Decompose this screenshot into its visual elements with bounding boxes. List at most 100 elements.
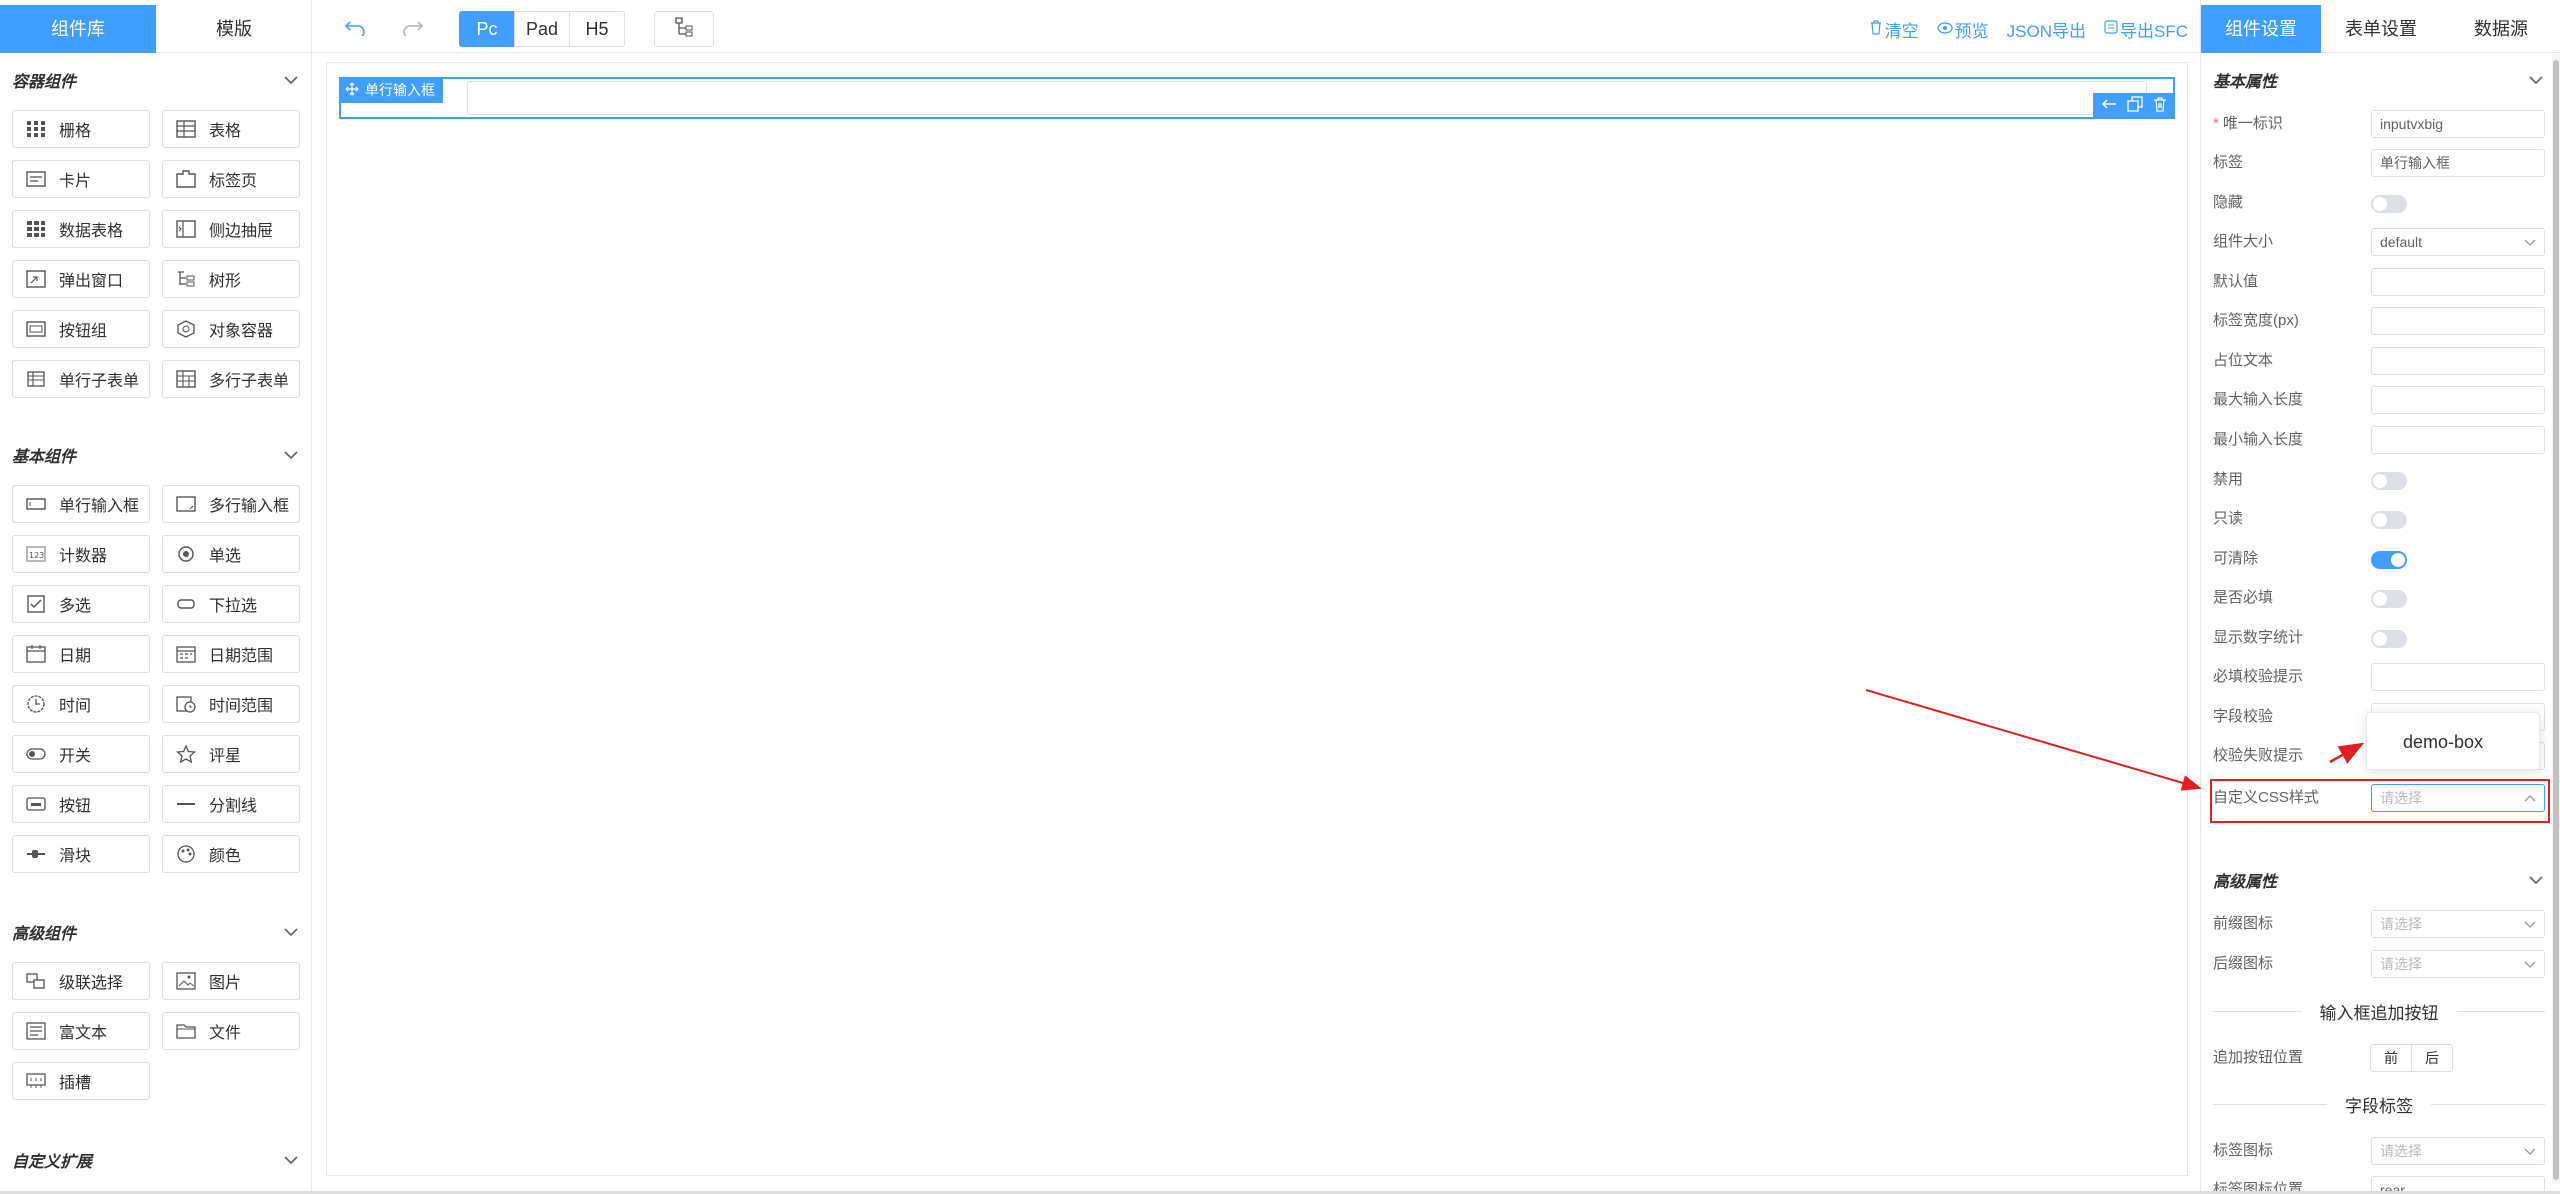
- widget-switch[interactable]: 开关: [12, 735, 150, 773]
- widget-slot[interactable]: 插槽: [12, 1062, 150, 1100]
- append-button-divider: 输入框追加按钮: [2213, 997, 2545, 1025]
- widget-file[interactable]: 文件: [162, 1012, 300, 1050]
- tab-component-library[interactable]: 组件库: [0, 5, 156, 53]
- chevron-down-icon[interactable]: [282, 923, 300, 941]
- chevron-down-icon[interactable]: [2527, 871, 2545, 889]
- preview-button[interactable]: 预览: [1937, 17, 1989, 42]
- tab-data-source[interactable]: 数据源: [2441, 5, 2560, 53]
- prop-label: 只读: [2213, 510, 2244, 527]
- widget-color[interactable]: 颜色: [162, 835, 300, 873]
- widget-label: 树形: [209, 273, 242, 290]
- section-custom-extensions[interactable]: 自定义扩展: [12, 1145, 300, 1175]
- widget-button[interactable]: 按钮: [12, 785, 150, 823]
- section-advanced-properties[interactable]: 高级属性: [2213, 865, 2545, 895]
- field-input-preview[interactable]: [467, 81, 2147, 115]
- widget-time[interactable]: 时间: [12, 685, 150, 723]
- widget-card[interactable]: 卡片: [12, 160, 150, 198]
- widget-radio[interactable]: 单选: [162, 535, 300, 573]
- widget-cascader[interactable]: 级联选择: [12, 962, 150, 1000]
- widget-number[interactable]: 123 计数器: [12, 535, 150, 573]
- json-export-button[interactable]: JSON导出: [2007, 17, 2086, 42]
- size-select[interactable]: default: [2371, 228, 2545, 256]
- device-pad-button[interactable]: Pad: [514, 11, 570, 47]
- selected-input-field[interactable]: 单行输入框: [339, 77, 2175, 119]
- widget-rich-text[interactable]: 富文本: [12, 1012, 150, 1050]
- unique-id-input[interactable]: inputvxbig: [2371, 110, 2545, 138]
- export-sfc-button[interactable]: 导出SFC: [2104, 17, 2188, 42]
- chevron-down-icon[interactable]: [282, 71, 300, 89]
- section-advanced-components[interactable]: 高级组件: [12, 917, 300, 947]
- widget-table[interactable]: 表格: [162, 110, 300, 148]
- widget-input[interactable]: 单行输入框: [12, 485, 150, 523]
- widget-button-group[interactable]: 按钮组: [12, 310, 150, 348]
- section-basic-components[interactable]: 基本组件: [12, 440, 300, 470]
- widget-data-table[interactable]: 数据表格: [12, 210, 150, 248]
- default-value-input[interactable]: [2371, 268, 2545, 296]
- readonly-switch[interactable]: [2371, 511, 2407, 529]
- chevron-down-icon[interactable]: [282, 446, 300, 464]
- label-width-input[interactable]: [2371, 307, 2545, 335]
- widget-time-range[interactable]: 时间范围: [162, 685, 300, 723]
- append-rear-button[interactable]: 后: [2411, 1044, 2453, 1072]
- prop-label: 前缀图标: [2213, 915, 2274, 932]
- copy-icon[interactable]: [2127, 95, 2143, 117]
- device-h5-button[interactable]: H5: [569, 11, 625, 47]
- hidden-switch[interactable]: [2371, 195, 2407, 213]
- design-canvas[interactable]: 单行输入框: [326, 62, 2188, 1176]
- widget-picture[interactable]: 图片: [162, 962, 300, 1000]
- label-input[interactable]: 单行输入框: [2371, 149, 2545, 177]
- prefix-icon-select[interactable]: 请选择: [2371, 910, 2545, 938]
- widget-divider[interactable]: 分割线: [162, 785, 300, 823]
- widget-label: 单行输入框: [59, 498, 140, 515]
- append-front-button[interactable]: 前: [2370, 1044, 2412, 1072]
- section-basic-properties[interactable]: 基本属性: [2213, 65, 2545, 95]
- widget-tabs[interactable]: 标签页: [162, 160, 300, 198]
- widget-grid[interactable]: 栅格: [12, 110, 150, 148]
- chevron-down-icon[interactable]: [282, 1151, 300, 1169]
- disabled-switch[interactable]: [2371, 472, 2407, 490]
- widget-grid-sub-form[interactable]: 多行子表单: [162, 360, 300, 398]
- scrollbar-thumb[interactable]: [2553, 60, 2559, 1180]
- widget-dialog[interactable]: 弹出窗口: [12, 260, 150, 298]
- tab-form-settings[interactable]: 表单设置: [2321, 5, 2441, 53]
- date-icon: [25, 645, 47, 663]
- widget-date[interactable]: 日期: [12, 635, 150, 673]
- prop-label: 占位文本: [2213, 352, 2274, 369]
- delete-icon[interactable]: [2153, 96, 2167, 117]
- widget-object-container[interactable]: 对象容器: [162, 310, 300, 348]
- node-tree-button[interactable]: [654, 11, 714, 47]
- widget-rate[interactable]: 评星: [162, 735, 300, 773]
- widget-date-range[interactable]: 日期范围: [162, 635, 300, 673]
- card-icon: [25, 170, 47, 188]
- tab-templates[interactable]: 模版: [156, 5, 312, 53]
- widget-select[interactable]: 下拉选: [162, 585, 300, 623]
- widget-slider[interactable]: 滑块: [12, 835, 150, 873]
- clear-button[interactable]: 清空: [1869, 17, 1919, 42]
- label-icon-select[interactable]: 请选择: [2371, 1137, 2545, 1165]
- tab-component-settings[interactable]: 组件设置: [2201, 5, 2321, 53]
- required-switch[interactable]: [2371, 590, 2407, 608]
- field-drag-handle[interactable]: 单行输入框: [339, 77, 443, 103]
- clearable-switch[interactable]: [2371, 551, 2407, 569]
- widget-drawer[interactable]: 侧边抽屉: [162, 210, 300, 248]
- widget-checkbox[interactable]: 多选: [12, 585, 150, 623]
- widget-textarea[interactable]: 多行输入框: [162, 485, 300, 523]
- redo-button[interactable]: [392, 11, 432, 47]
- select-parent-icon[interactable]: [2101, 97, 2117, 116]
- undo-button[interactable]: [336, 11, 376, 47]
- required-hint-input[interactable]: [2371, 663, 2545, 691]
- widget-label: 单行子表单: [59, 373, 140, 390]
- chevron-down-icon[interactable]: [2527, 71, 2545, 89]
- widget-label: 图片: [209, 975, 242, 992]
- device-pc-button[interactable]: Pc: [459, 11, 515, 47]
- suffix-icon-select[interactable]: 请选择: [2371, 950, 2545, 978]
- placeholder-input[interactable]: [2371, 347, 2545, 375]
- css-option-demo-box[interactable]: demo-box: [2367, 725, 2541, 759]
- max-length-input[interactable]: [2371, 386, 2545, 414]
- section-container-components[interactable]: 容器组件: [12, 65, 300, 95]
- settings-scrollbar[interactable]: [2552, 54, 2560, 1184]
- widget-sub-form[interactable]: 单行子表单: [12, 360, 150, 398]
- show-word-limit-switch[interactable]: [2371, 630, 2407, 648]
- widget-tree[interactable]: 树形: [162, 260, 300, 298]
- min-length-input[interactable]: [2371, 426, 2545, 454]
